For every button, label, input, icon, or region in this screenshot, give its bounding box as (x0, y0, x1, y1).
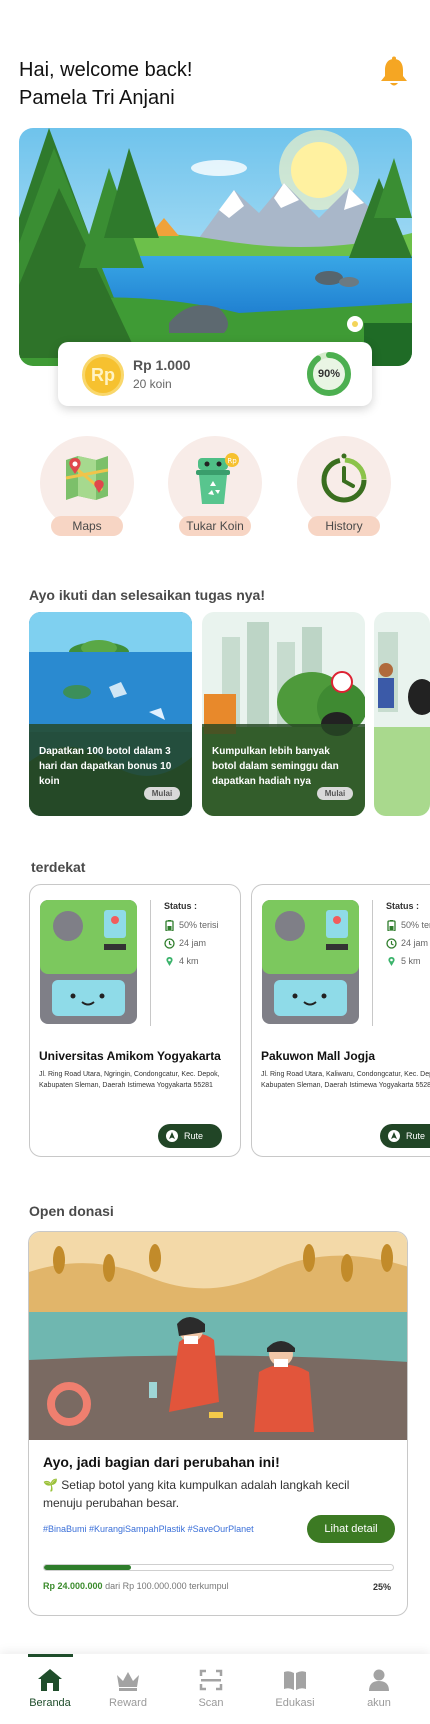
donation-title: Ayo, jadi bagian dari perubahan ini! (43, 1454, 280, 1470)
trash-bin-icon: Rp (196, 453, 239, 504)
svg-text:Rp: Rp (227, 457, 237, 465)
user-icon (369, 1669, 389, 1691)
nav-label: akun (367, 1697, 391, 1709)
book-icon (284, 1671, 306, 1690)
task-description: Kumpulkan lebih banyak botol dalam semin… (212, 746, 339, 787)
progress-percent: 90% (317, 368, 341, 380)
nav-reward[interactable]: Reward (93, 1668, 163, 1709)
home-icon (38, 1669, 62, 1691)
battery-icon (386, 920, 397, 932)
coin-count: 20 koin (133, 377, 172, 391)
balance-card[interactable]: Rp Rp 1.000 20 koin 90% (58, 342, 372, 406)
battery-icon (164, 920, 175, 932)
divider (372, 900, 373, 1026)
bottom-navigation: Beranda Reward Scan Edukasi akun (0, 1654, 430, 1724)
coin-icon: Rp (82, 354, 124, 396)
distance-text: 4 km (179, 956, 199, 966)
fill-status: 50% terisi (164, 920, 219, 932)
history-clock-icon (321, 453, 367, 503)
active-indicator (28, 1654, 73, 1657)
hours-text: 24 jam (401, 938, 429, 948)
fill-status-text: 50% terisi (401, 920, 430, 930)
task-card[interactable]: Dapatkan 100 botol dalam 3 hari dan dapa… (29, 612, 192, 816)
donation-percent: 25% (372, 1582, 391, 1592)
donation-progress-bar (43, 1564, 394, 1571)
menu-tukar-koin[interactable]: Rp Tukar Koin (168, 436, 262, 536)
navigation-icon (388, 1130, 400, 1142)
nav-label: Beranda (29, 1697, 71, 1709)
nav-label: Edukasi (275, 1697, 315, 1709)
task-card[interactable]: Kumpulkan lebih banyak botol dalam semin… (202, 612, 365, 816)
menu-history[interactable]: History (297, 436, 391, 536)
recycle-machine-illustration (262, 900, 359, 1024)
hours-status: 24 jam (386, 938, 428, 949)
task-card-partial[interactable] (374, 612, 430, 816)
navigation-icon (166, 1130, 178, 1142)
distance-status: 4 km (164, 956, 199, 967)
fill-status-text: 50% terisi (179, 920, 219, 930)
progress-fill (44, 1565, 132, 1570)
location-pin-icon (386, 956, 397, 967)
target-amount: dari Rp 100.000.000 terkumpul (105, 1581, 229, 1591)
recycle-machine-illustration (40, 900, 137, 1024)
donation-illustration (29, 1232, 407, 1440)
fill-status: 50% terisi (386, 920, 430, 932)
tasks-section-title: Ayo ikuti dan selesaikan tugas nya! (29, 587, 266, 603)
mulai-button[interactable]: Mulai (317, 787, 353, 800)
rute-label: Rute (184, 1131, 204, 1141)
menu-label: History (308, 516, 380, 536)
task-description: Dapatkan 100 botol dalam 3 hari dan dapa… (39, 746, 172, 787)
donation-description: 🌱 Setiap botol yang kita kumpulkan adala… (43, 1478, 350, 1510)
nearby-section-title: terdekat (31, 859, 86, 875)
location-address: Jl. Ring Road Utara, Kaliwaru, Condongca… (261, 1071, 430, 1089)
donation-amount: Rp 24.000.000 dari Rp 100.000.000 terkum… (43, 1581, 229, 1591)
nav-akun[interactable]: akun (344, 1668, 414, 1709)
lihat-detail-button[interactable]: Lihat detail (307, 1515, 395, 1543)
mulai-button[interactable]: Mulai (144, 787, 180, 800)
divider (150, 900, 151, 1026)
scan-icon (199, 1669, 223, 1691)
hours-status: 24 jam (164, 938, 206, 949)
location-name: Universitas Amikom Yogyakarta (39, 1049, 221, 1063)
nav-beranda[interactable]: Beranda (15, 1668, 85, 1709)
location-card[interactable]: Status : 50% terisi 24 jam 5 km Pakuwon … (251, 884, 430, 1157)
greeting-text: Hai, welcome back! (19, 59, 193, 81)
crown-icon (117, 1672, 139, 1691)
user-name: Pamela Tri Anjani (19, 87, 175, 109)
header: Hai, welcome back! Pamela Tri Anjani (19, 56, 409, 116)
location-address: Jl. Ring Road Utara, Ngringin, Condongca… (39, 1071, 220, 1089)
clock-icon (386, 938, 397, 949)
hero-illustration (19, 128, 412, 366)
rute-button[interactable]: Rute (380, 1124, 430, 1148)
location-pin-icon (164, 956, 175, 967)
nav-label: Reward (109, 1697, 147, 1709)
menu-label: Maps (51, 516, 123, 536)
nav-edukasi[interactable]: Edukasi (260, 1668, 330, 1709)
status-title: Status : (164, 901, 198, 911)
rute-label: Rute (406, 1131, 426, 1141)
nav-scan[interactable]: Scan (176, 1668, 246, 1709)
menu-label: Tukar Koin (179, 516, 251, 536)
rute-button[interactable]: Rute (158, 1124, 222, 1148)
balance-amount: Rp 1.000 (133, 357, 191, 373)
distance-text: 5 km (401, 956, 421, 966)
location-card[interactable]: Status : 50% terisi 24 jam 4 km Universi… (29, 884, 241, 1157)
bell-icon[interactable] (379, 56, 409, 88)
menu-maps[interactable]: Maps (40, 436, 134, 536)
map-icon (65, 456, 109, 500)
distance-status: 5 km (386, 956, 421, 967)
status-title: Status : (386, 901, 420, 911)
donation-hashtags[interactable]: #BinaBumi #KurangiSampahPlastik #SaveOur… (43, 1524, 254, 1534)
location-name: Pakuwon Mall Jogja (261, 1049, 376, 1063)
clock-icon (164, 938, 175, 949)
nav-label: Scan (198, 1697, 224, 1709)
donation-card[interactable]: Ayo, jadi bagian dari perubahan ini! 🌱 S… (28, 1231, 408, 1616)
cleanup-illustration (374, 612, 430, 816)
donation-section-title: Open donasi (29, 1203, 114, 1219)
hours-text: 24 jam (179, 938, 207, 948)
raised-amount: Rp 24.000.000 (43, 1581, 103, 1591)
